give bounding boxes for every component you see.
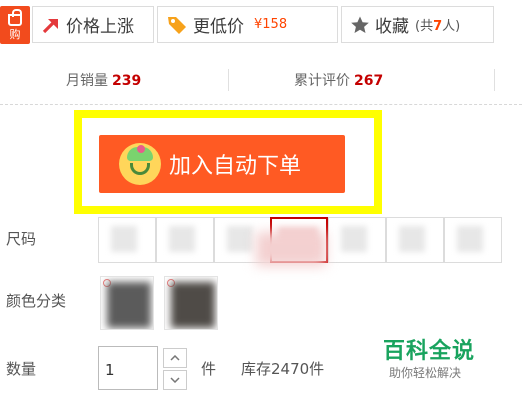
quantity-unit: 件 bbox=[201, 360, 217, 378]
favorite-count: (共7人) bbox=[415, 19, 461, 34]
favorite-label: 收藏 bbox=[375, 17, 409, 37]
monthly-sales: 月销量 239 bbox=[66, 70, 141, 90]
favorite-button[interactable]: 收藏 (共7人) bbox=[341, 6, 494, 43]
lower-price-value: ¥158 bbox=[254, 17, 288, 32]
total-reviews-label: 累计评价 bbox=[294, 73, 350, 89]
sales-stats: 月销量 239 累计评价 267 bbox=[0, 55, 522, 105]
color-label: 颜色分类 bbox=[6, 292, 67, 310]
color-option-thumbnail[interactable] bbox=[100, 276, 154, 330]
monthly-sales-value: 239 bbox=[112, 73, 142, 89]
chevron-down-icon bbox=[170, 377, 180, 383]
size-option[interactable] bbox=[156, 217, 214, 263]
auto-order-button[interactable]: 加入自动下单 bbox=[99, 135, 345, 193]
divider bbox=[228, 69, 229, 91]
monthly-sales-label: 月销量 bbox=[66, 73, 108, 89]
lower-price-button[interactable]: 更低价 ¥158 bbox=[157, 6, 338, 43]
total-reviews[interactable]: 累计评价 267 bbox=[294, 70, 383, 90]
robot-icon bbox=[119, 143, 161, 185]
quantity-decrease-button[interactable] bbox=[163, 370, 187, 390]
price-tag-icon bbox=[166, 14, 188, 36]
color-option-thumbnail[interactable] bbox=[164, 276, 218, 330]
blur-overlay bbox=[256, 232, 326, 266]
auto-order-label: 加入自动下单 bbox=[169, 154, 302, 179]
shopping-bag-icon[interactable]: 购 bbox=[0, 6, 30, 44]
size-option[interactable] bbox=[328, 217, 386, 263]
chevron-up-icon bbox=[170, 355, 180, 361]
price-rise-button[interactable]: 价格上涨 bbox=[32, 6, 154, 43]
lower-price-label: 更低价 bbox=[193, 17, 244, 37]
size-option[interactable] bbox=[98, 217, 156, 263]
quantity-input[interactable]: 1 bbox=[98, 346, 158, 390]
product-action-bar: 购 价格上涨 更低价 ¥158 收藏 (共7人) bbox=[0, 0, 522, 45]
divider bbox=[494, 69, 495, 91]
watermark-title: 百科全说 bbox=[383, 339, 476, 364]
watermark-subtitle: 助你轻松解决 bbox=[389, 366, 462, 380]
star-icon bbox=[350, 15, 370, 35]
arrow-up-right-icon bbox=[41, 15, 61, 35]
size-label: 尺码 bbox=[6, 230, 37, 248]
price-rise-label: 价格上涨 bbox=[66, 17, 134, 37]
quantity-increase-button[interactable] bbox=[163, 348, 187, 368]
stock-count: 库存2470件 bbox=[241, 360, 325, 378]
size-option[interactable] bbox=[386, 217, 444, 263]
total-reviews-value: 267 bbox=[354, 73, 384, 89]
quantity-label: 数量 bbox=[6, 360, 37, 378]
size-option[interactable] bbox=[444, 217, 502, 263]
shop-icon-label: 购 bbox=[9, 28, 21, 41]
